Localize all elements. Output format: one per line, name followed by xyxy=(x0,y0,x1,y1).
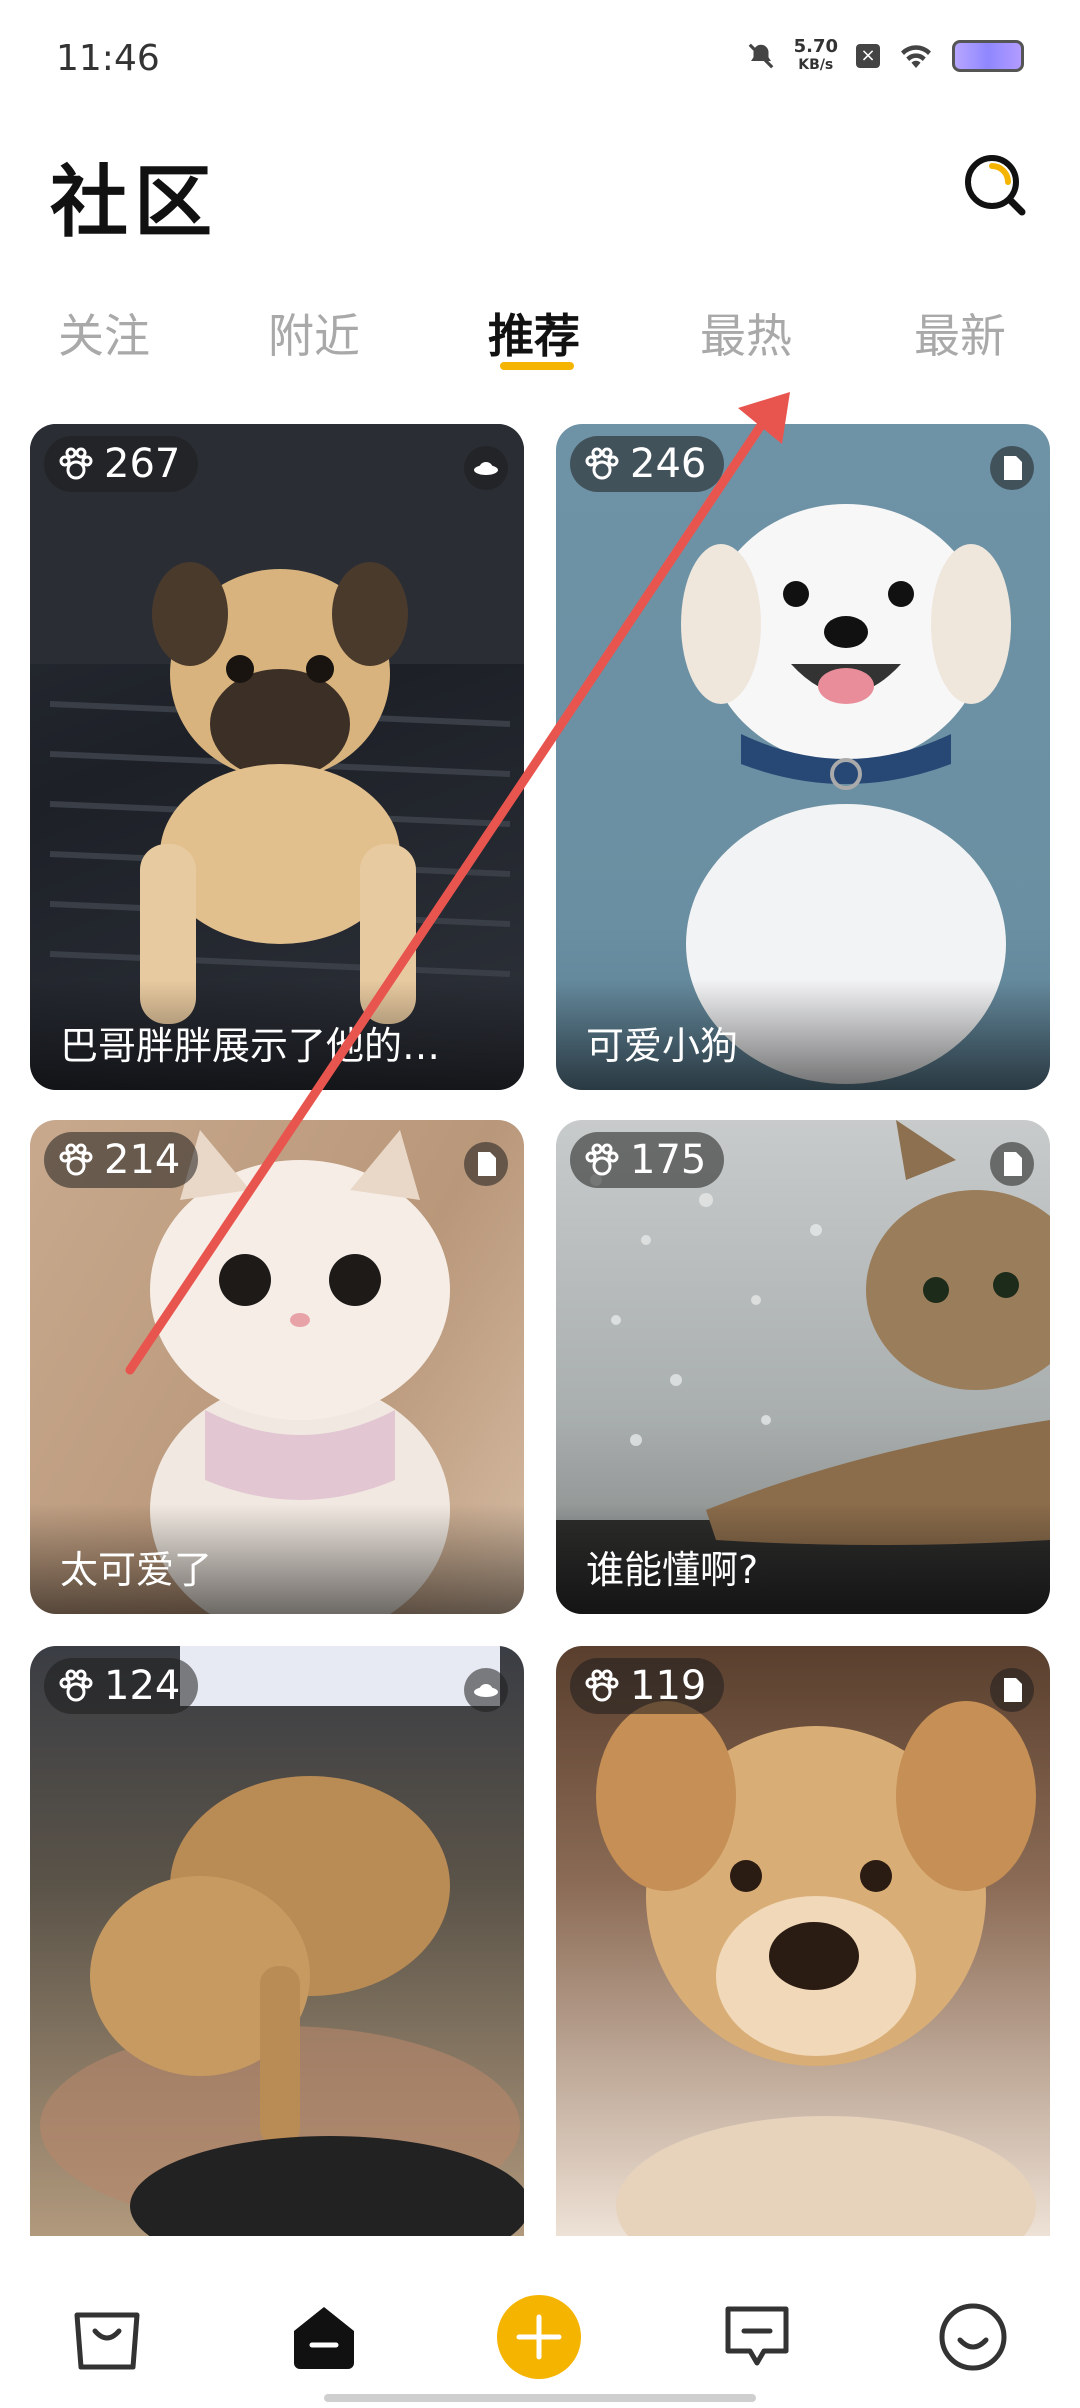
nav-home[interactable] xyxy=(279,2292,369,2382)
document-icon xyxy=(990,1668,1034,1712)
like-badge: 267 xyxy=(44,436,199,492)
bottom-nav xyxy=(0,2236,1080,2408)
post-caption: 谁能懂啊? xyxy=(586,1548,759,1592)
home-icon xyxy=(294,2307,354,2369)
ufo-icon xyxy=(464,446,508,490)
post-card[interactable]: 246 可爱小狗 xyxy=(556,424,1050,1090)
like-count: 175 xyxy=(630,1137,707,1183)
mute-bell-icon xyxy=(748,43,773,69)
tab-recommended[interactable]: 推荐 xyxy=(488,300,580,366)
post-image xyxy=(596,1701,1036,2240)
home-indicator xyxy=(324,2394,756,2402)
tab-hottest[interactable]: 最热 xyxy=(700,300,792,366)
speed-unit: KB/s xyxy=(798,57,834,73)
like-badge: 175 xyxy=(570,1132,725,1188)
paw-icon xyxy=(585,1669,619,1702)
search-icon[interactable] xyxy=(962,152,1026,216)
like-badge: 124 xyxy=(44,1658,199,1714)
message-icon xyxy=(725,2306,789,2366)
like-count: 267 xyxy=(104,441,181,487)
document-icon xyxy=(464,1142,508,1186)
like-badge: 246 xyxy=(570,436,725,492)
nav-shop[interactable] xyxy=(62,2292,152,2382)
status-bar: 11:46 5.70 KB/s × xyxy=(0,0,1080,120)
profile-icon xyxy=(939,2303,1007,2371)
ufo-icon xyxy=(464,1668,508,1712)
like-count: 246 xyxy=(630,441,707,487)
like-count: 214 xyxy=(104,1137,181,1183)
post-card[interactable]: 124 xyxy=(30,1646,524,2240)
status-icons: 5.70 KB/s × xyxy=(746,38,1024,74)
post-card[interactable]: 214 太可爱了 xyxy=(30,1120,524,1614)
post-caption: 可爱小狗 xyxy=(586,1024,739,1068)
post-card[interactable]: 267 巴哥胖胖展示了他的… xyxy=(30,424,524,1090)
shopping-bag-icon xyxy=(74,2312,140,2370)
document-icon xyxy=(990,446,1034,490)
paw-icon xyxy=(585,447,619,480)
nav-add[interactable] xyxy=(494,2292,584,2382)
like-badge: 119 xyxy=(570,1658,725,1714)
paw-icon xyxy=(59,1143,93,1176)
paw-icon xyxy=(585,1143,619,1176)
nav-profile[interactable] xyxy=(928,2292,1018,2382)
post-card[interactable]: 119 xyxy=(556,1646,1050,2240)
active-tab-indicator xyxy=(500,362,574,370)
speed-value: 5.70 xyxy=(793,36,838,57)
tab-nearby[interactable]: 附近 xyxy=(268,300,360,366)
post-caption: 太可爱了 xyxy=(60,1548,213,1592)
document-icon xyxy=(990,1142,1034,1186)
post-card[interactable]: 175 谁能懂啊? xyxy=(556,1120,1050,1614)
wifi-icon xyxy=(901,45,931,68)
like-badge: 214 xyxy=(44,1132,199,1188)
like-count: 124 xyxy=(104,1663,181,1709)
tab-newest[interactable]: 最新 xyxy=(914,300,1006,366)
add-icon xyxy=(497,2295,581,2379)
post-caption: 巴哥胖胖展示了他的… xyxy=(60,1024,441,1068)
paw-icon xyxy=(59,1669,93,1702)
close-box-icon: × xyxy=(856,44,880,68)
like-count: 119 xyxy=(630,1663,707,1709)
page-title: 社区 xyxy=(50,158,219,248)
nav-messages[interactable] xyxy=(712,2292,802,2382)
status-time: 11:46 xyxy=(56,38,160,79)
tab-following[interactable]: 关注 xyxy=(58,300,150,366)
network-speed: 5.70 KB/s xyxy=(794,38,838,74)
paw-icon xyxy=(59,447,93,480)
post-image xyxy=(40,1646,524,2240)
battery-icon xyxy=(952,40,1024,72)
